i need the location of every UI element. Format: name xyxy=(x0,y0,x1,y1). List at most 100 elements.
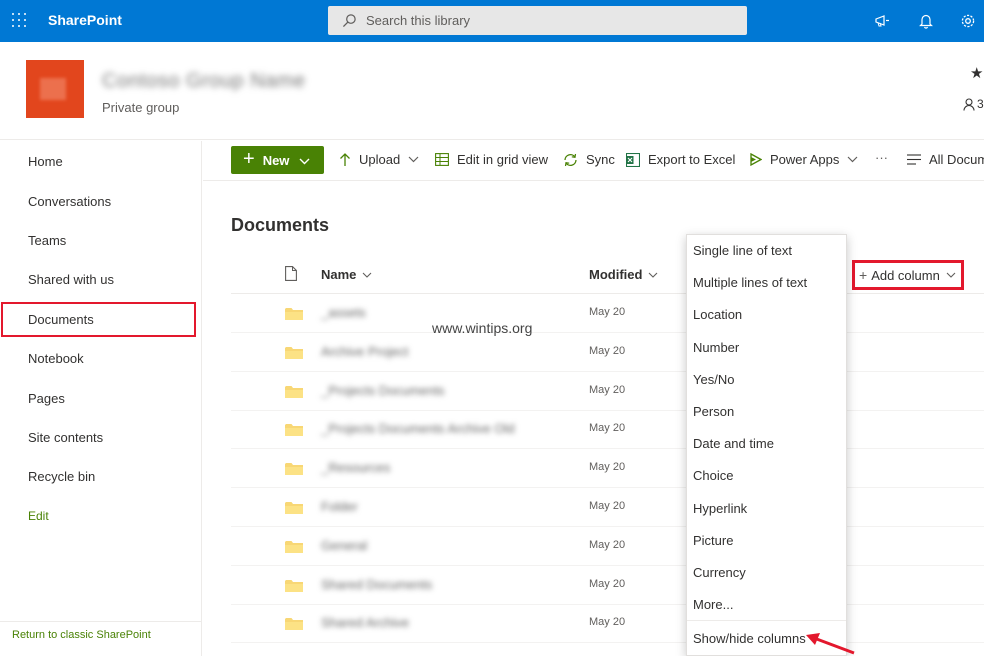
folder-icon xyxy=(285,386,303,398)
table-row[interactable]: Folder May 20 xyxy=(231,488,984,527)
menu-item-hyperlink[interactable]: Hyperlink xyxy=(693,501,747,516)
chevron-down-icon xyxy=(946,272,956,278)
file-name[interactable]: Shared Archive xyxy=(321,615,409,630)
folder-icon xyxy=(285,308,303,320)
nav-item-shared-with-us[interactable]: Shared with us xyxy=(28,272,114,287)
search-box[interactable] xyxy=(328,6,747,35)
table-row[interactable]: Shared Archive May 20 xyxy=(231,604,984,643)
edit-grid-button[interactable]: Edit in grid view xyxy=(435,152,548,167)
search-input[interactable] xyxy=(366,10,726,31)
nav-item-home[interactable]: Home xyxy=(28,154,63,169)
gear-icon[interactable] xyxy=(958,11,978,31)
menu-item-picture[interactable]: Picture xyxy=(693,533,733,548)
modified-date: May 20 xyxy=(589,345,626,357)
view-selector[interactable]: All Docum xyxy=(907,152,984,167)
plus-icon: + xyxy=(243,148,255,170)
menu-item-person[interactable]: Person xyxy=(693,404,734,419)
nav-item-pages[interactable]: Pages xyxy=(28,391,65,406)
more-actions-button[interactable]: ··· xyxy=(875,150,888,165)
add-column-menu: Single line of text Multiple lines of tex… xyxy=(686,234,847,656)
modified-date: May 20 xyxy=(589,384,626,396)
add-column-button[interactable]: + Add column xyxy=(852,260,964,290)
edit-grid-label: Edit in grid view xyxy=(457,152,549,167)
folder-icon xyxy=(285,347,303,359)
modified-date: May 20 xyxy=(589,616,626,628)
file-name[interactable]: General xyxy=(321,538,367,553)
app-launcher-icon[interactable] xyxy=(12,13,26,27)
menu-item-location[interactable]: Location xyxy=(693,307,742,322)
menu-item-more[interactable]: More... xyxy=(693,597,733,612)
upload-icon xyxy=(339,152,351,167)
nav-item-recycle-bin[interactable]: Recycle bin xyxy=(28,469,95,484)
app-name[interactable]: SharePoint xyxy=(48,12,122,28)
folder-icon xyxy=(285,541,303,553)
table-row[interactable]: _assets May 20 xyxy=(231,294,984,333)
return-classic-link[interactable]: Return to classic SharePoint xyxy=(12,629,151,641)
table-row[interactable]: _Resources May 20 xyxy=(231,449,984,488)
nav-item-conversations[interactable]: Conversations xyxy=(28,194,111,209)
menu-item-date-and-time[interactable]: Date and time xyxy=(693,436,774,451)
file-name[interactable]: Shared Documents xyxy=(321,577,432,592)
person-icon xyxy=(963,97,975,111)
file-name[interactable]: _Projects Documents xyxy=(321,383,445,398)
plus-icon: + xyxy=(859,267,868,283)
site-logo[interactable] xyxy=(26,60,84,118)
export-excel-button[interactable]: Export to Excel xyxy=(626,152,735,167)
modified-date: May 20 xyxy=(589,306,626,318)
menu-item-show-hide-columns[interactable]: Show/hide columns xyxy=(693,631,806,646)
nav-item-notebook[interactable]: Notebook xyxy=(28,351,84,366)
folder-icon xyxy=(285,463,303,475)
file-name[interactable]: _Projects Documents Archive Old xyxy=(321,421,515,436)
site-title[interactable]: Contoso Group Name xyxy=(102,70,306,93)
search-icon xyxy=(342,14,356,28)
menu-item-currency[interactable]: Currency xyxy=(693,565,746,580)
new-button[interactable]: + New xyxy=(231,146,324,174)
menu-item-yes-no[interactable]: Yes/No xyxy=(693,372,734,387)
site-header: Contoso Group Name Private group ★ 3 xyxy=(0,42,984,140)
file-name[interactable]: Folder xyxy=(321,499,358,514)
table-row[interactable]: _Projects Documents Archive Old May 20 xyxy=(231,410,984,449)
table-row[interactable]: Shared Documents May 20 xyxy=(231,566,984,605)
column-header-modified-label: Modified xyxy=(589,267,643,282)
menu-item-multiple-lines-of-text[interactable]: Multiple lines of text xyxy=(693,275,807,290)
site-privacy: Private group xyxy=(102,100,180,115)
table-row[interactable]: _Projects Documents May 20 xyxy=(231,372,984,411)
table-row[interactable]: Archive Project May 20 xyxy=(231,333,984,372)
menu-item-choice[interactable]: Choice xyxy=(693,468,733,483)
modified-date: May 20 xyxy=(589,539,626,551)
modified-date: May 20 xyxy=(589,461,626,473)
divider xyxy=(0,621,201,622)
sync-label: Sync xyxy=(586,152,615,167)
chevron-down-icon xyxy=(299,153,310,168)
sync-button[interactable]: Sync xyxy=(563,152,615,167)
menu-item-single-line-of-text[interactable]: Single line of text xyxy=(693,243,792,258)
nav-item-teams[interactable]: Teams xyxy=(28,233,66,248)
library-title: Documents xyxy=(231,215,330,235)
members-button[interactable]: 3 xyxy=(963,97,984,111)
chevron-down-icon xyxy=(648,272,658,278)
file-name[interactable]: _Resources xyxy=(321,460,390,475)
column-header-modified[interactable]: Modified xyxy=(589,267,658,282)
members-count: 3 xyxy=(977,97,984,111)
megaphone-icon[interactable] xyxy=(872,11,892,31)
column-header-name[interactable]: Name xyxy=(321,267,372,282)
menu-item-number[interactable]: Number xyxy=(693,340,739,355)
chevron-down-icon xyxy=(847,156,858,163)
modified-date: May 20 xyxy=(589,422,626,434)
table-row[interactable]: General May 20 xyxy=(231,527,984,566)
file-name[interactable]: Archive Project xyxy=(321,344,408,359)
grid-icon xyxy=(435,153,449,166)
star-icon[interactable]: ★ xyxy=(970,64,983,82)
nav-item-documents[interactable]: Documents xyxy=(28,312,94,327)
bell-icon[interactable] xyxy=(916,11,936,31)
file-type-header-icon[interactable] xyxy=(285,266,297,281)
file-name[interactable]: _assets xyxy=(321,305,366,320)
nav-edit-link[interactable]: Edit xyxy=(28,509,49,523)
export-label: Export to Excel xyxy=(648,152,736,167)
folder-icon xyxy=(285,424,303,436)
chevron-down-icon xyxy=(408,156,419,163)
power-apps-button[interactable]: Power Apps xyxy=(750,152,858,167)
nav-item-site-contents[interactable]: Site contents xyxy=(28,430,103,445)
upload-button[interactable]: Upload xyxy=(339,152,419,167)
suite-bar: SharePoint xyxy=(0,0,984,42)
